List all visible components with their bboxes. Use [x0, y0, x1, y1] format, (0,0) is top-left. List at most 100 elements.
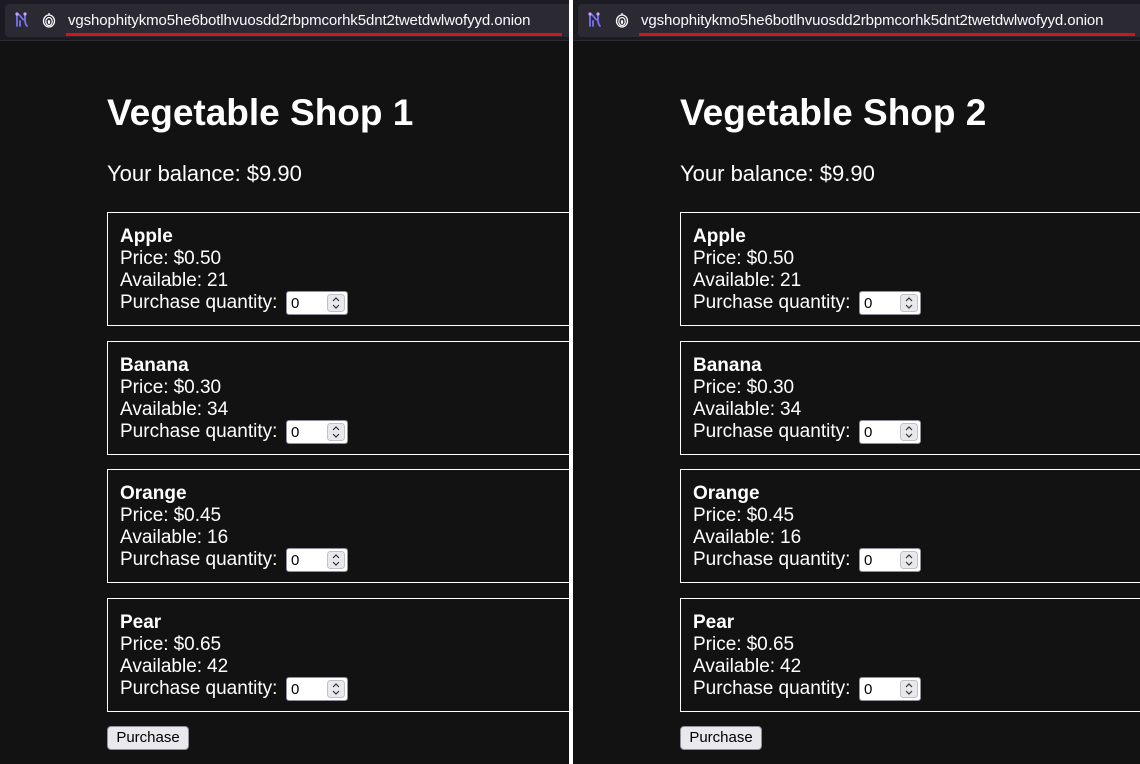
quantity-stepper[interactable]: 0: [859, 291, 921, 315]
product-card-pear: Pear Price: $0.65 Available: 42 Purchase q…: [680, 598, 1140, 712]
onion-circuit-icon[interactable]: [586, 11, 604, 29]
product-price: Price: $0.50: [120, 248, 221, 270]
quantity-stepper[interactable]: 0: [859, 420, 921, 444]
price-value: $0.30: [173, 377, 222, 398]
product-name: Orange: [693, 483, 760, 504]
quantity-value[interactable]: 0: [291, 552, 299, 569]
product-price: Price: $0.45: [693, 505, 794, 527]
price-value: $0.65: [173, 634, 222, 655]
product-name: Pear: [693, 612, 735, 633]
quantity-value[interactable]: 0: [864, 295, 872, 312]
page-title: Vegetable Shop 1: [107, 92, 414, 133]
product-price: Price: $0.65: [120, 634, 221, 656]
quantity-stepper[interactable]: 0: [286, 548, 348, 572]
balance: Your balance: $9.90: [107, 161, 302, 187]
product-card-apple: Apple Price: $0.50 Available: 21 Purchase …: [680, 212, 1140, 326]
spin-updown-icon[interactable]: [900, 680, 918, 698]
url-text[interactable]: vgshophitykmo5he6botlhvuosdd2rbpmcorhk5d…: [68, 12, 531, 29]
quantity-stepper[interactable]: 0: [286, 677, 348, 701]
product-price: Price: $0.65: [693, 634, 794, 656]
quantity-value[interactable]: 0: [864, 681, 872, 698]
balance-label: Your balance:: [680, 161, 814, 186]
price-label: Price:: [120, 377, 169, 398]
product-name: Pear: [120, 612, 162, 633]
price-value: $0.45: [746, 505, 795, 526]
product-card-orange: Orange Price: $0.45 Available: 16 Purchase…: [107, 469, 569, 583]
available-label: Available:: [120, 399, 203, 420]
onion-lock-icon[interactable]: [42, 12, 56, 28]
product-available: Available: 34: [693, 399, 801, 421]
product-available: Available: 42: [693, 656, 801, 678]
product-name: Apple: [693, 226, 746, 247]
spin-updown-icon[interactable]: [900, 294, 918, 312]
onion-circuit-icon[interactable]: [13, 11, 31, 29]
product-name: Apple: [120, 226, 173, 247]
balance-label: Your balance:: [107, 161, 241, 186]
url-field[interactable]: vgshophitykmo5he6botlhvuosdd2rbpmcorhk5d…: [578, 4, 1140, 37]
price-value: $0.50: [173, 248, 222, 269]
product-price: Price: $0.50: [693, 248, 794, 270]
balance-value: $9.90: [246, 161, 302, 186]
available-value: 34: [207, 399, 229, 420]
available-value: 21: [207, 270, 229, 291]
quantity-label: Purchase quantity:: [693, 549, 851, 570]
spin-updown-icon[interactable]: [327, 680, 345, 698]
quantity-label: Purchase quantity:: [693, 292, 851, 313]
spin-updown-icon[interactable]: [327, 551, 345, 569]
browser-pane-2: vgshophitykmo5he6botlhvuosdd2rbpmcorhk5d…: [573, 0, 1140, 764]
quantity-value[interactable]: 0: [291, 424, 299, 441]
price-value: $0.50: [746, 248, 795, 269]
quantity-stepper[interactable]: 0: [859, 677, 921, 701]
product-name: Banana: [693, 355, 762, 376]
product-card-pear: Pear Price: $0.65 Available: 42 Purchase q…: [107, 598, 569, 712]
product-card-orange: Orange Price: $0.45 Available: 16 Purchase…: [680, 469, 1140, 583]
product-name: Orange: [120, 483, 187, 504]
quantity-value[interactable]: 0: [864, 424, 872, 441]
address-bar: vgshophitykmo5he6botlhvuosdd2rbpmcorhk5d…: [0, 0, 569, 41]
price-label: Price:: [120, 634, 169, 655]
browser-pane-1: vgshophitykmo5he6botlhvuosdd2rbpmcorhk5d…: [0, 0, 569, 764]
quantity-stepper[interactable]: 0: [286, 291, 348, 315]
balance: Your balance: $9.90: [680, 161, 875, 187]
spin-updown-icon[interactable]: [327, 294, 345, 312]
balance-value: $9.90: [819, 161, 875, 186]
quantity-stepper[interactable]: 0: [859, 548, 921, 572]
product-card-banana: Banana Price: $0.30 Available: 34 Purchase…: [680, 341, 1140, 455]
product-available: Available: 34: [120, 399, 228, 421]
spin-updown-icon[interactable]: [327, 423, 345, 441]
quantity-value[interactable]: 0: [291, 295, 299, 312]
quantity-label: Purchase quantity:: [693, 421, 851, 442]
product-available: Available: 42: [120, 656, 228, 678]
url-text[interactable]: vgshophitykmo5he6botlhvuosdd2rbpmcorhk5d…: [641, 12, 1104, 29]
price-value: $0.45: [173, 505, 222, 526]
price-label: Price:: [693, 248, 742, 269]
url-warning-underline: [639, 33, 1135, 36]
price-label: Price:: [693, 377, 742, 398]
spin-updown-icon[interactable]: [900, 551, 918, 569]
available-label: Available:: [693, 527, 776, 548]
available-value: 16: [780, 527, 802, 548]
product-available: Available: 21: [693, 270, 801, 292]
split-screen: vgshophitykmo5he6botlhvuosdd2rbpmcorhk5d…: [0, 0, 1140, 764]
onion-lock-icon[interactable]: [615, 12, 629, 28]
spin-updown-icon[interactable]: [900, 423, 918, 441]
price-label: Price:: [120, 505, 169, 526]
product-available: Available: 16: [693, 527, 801, 549]
available-value: 34: [780, 399, 802, 420]
purchase-button[interactable]: Purchase: [680, 726, 762, 750]
purchase-button[interactable]: Purchase: [107, 726, 189, 750]
product-price: Price: $0.45: [120, 505, 221, 527]
url-field[interactable]: vgshophitykmo5he6botlhvuosdd2rbpmcorhk5d…: [5, 4, 569, 37]
product-card-apple: Apple Price: $0.50 Available: 21 Purchase …: [107, 212, 569, 326]
quantity-value[interactable]: 0: [291, 681, 299, 698]
product-price: Price: $0.30: [120, 377, 221, 399]
quantity-value[interactable]: 0: [864, 552, 872, 569]
product-name: Banana: [120, 355, 189, 376]
available-label: Available:: [693, 656, 776, 677]
quantity-label: Purchase quantity:: [120, 421, 278, 442]
quantity-label: Purchase quantity:: [120, 678, 278, 699]
quantity-stepper[interactable]: 0: [286, 420, 348, 444]
quantity-label: Purchase quantity:: [693, 678, 851, 699]
available-value: 16: [207, 527, 229, 548]
product-available: Available: 16: [120, 527, 228, 549]
